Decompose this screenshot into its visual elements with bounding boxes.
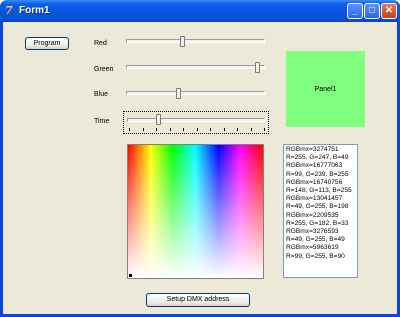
time-slider-tick [156,128,157,131]
time-slider-tick [169,128,171,131]
time-slider-tick [210,128,211,131]
setup-dmx-address-button[interactable]: Setup DMX address [146,293,250,307]
palette-cursor [129,274,132,277]
log-line: R=99, G=255, B=90 [286,252,345,260]
log-line: R=148, G=113, B=255 [286,187,352,195]
red-label: Red [94,40,107,47]
time-slider-tick [142,128,144,131]
close-button[interactable]: ✕ [381,3,397,19]
log-line: R=99, G=239, B=255 [286,170,349,178]
maximize-button[interactable]: □ [364,3,380,19]
log-line: RGBmx=5963619 [286,244,339,252]
blue-label: Blue [94,91,109,98]
red-slider-thumb[interactable] [180,36,185,47]
log-line: RGBmx=13041457 [286,195,343,203]
red-slider[interactable] [126,34,266,50]
time-slider-thumb[interactable] [156,114,161,125]
window-title: Form1 [19,5,50,16]
green-slider[interactable] [126,60,266,76]
title-bar[interactable]: 7 Form1 _ □ ✕ [0,0,400,22]
color-preview-panel: Panel1 [286,51,365,127]
log-memo[interactable]: RGBmx=3274751 R=255, G=247, B=49 RGBmx=167… [283,144,358,278]
time-slider-tick [264,128,265,131]
log-line: RGBmx=3276593 [286,228,339,236]
green-slider-thumb[interactable] [255,62,260,73]
green-label: Green [94,66,114,73]
maximize-icon: □ [368,5,376,16]
log-line: RGBmx=3274751 [286,146,339,153]
blue-slider-thumb[interactable] [176,88,181,99]
log-line: RGBmx=2209535 [286,211,339,219]
log-line: R=49, G=255, B=198 [286,203,349,211]
time-slider[interactable] [123,111,269,134]
color-palette[interactable] [127,144,264,279]
form1-window: 7 Form1 _ □ ✕ Program Red Green Blue Tim… [0,0,400,317]
log-line: RGBmx=16777063 [286,162,343,170]
delphi-icon[interactable]: 7 [5,4,19,18]
log-line: R=255, G=182, B=33 [286,219,349,227]
time-slider-tick [250,128,252,131]
green-slider-track [126,65,265,69]
red-slider-track [126,39,265,43]
time-slider-track [127,118,265,122]
blue-slider[interactable] [126,86,266,102]
time-slider-tick [196,128,198,131]
program-button[interactable]: Program [25,37,69,50]
minimize-icon: _ [352,5,358,16]
minimize-button[interactable]: _ [347,3,363,19]
time-slider-tick [237,128,238,131]
blue-slider-track [126,91,265,95]
time-slider-tick [183,128,184,131]
time-label: Time [94,118,110,125]
panel-label: Panel1 [314,85,337,93]
log-line: R=49, G=255, B=49 [286,236,345,244]
log-line: RGBmx=16740756 [286,178,343,186]
close-icon: ✕ [384,5,394,16]
log-line: R=255, G=247, B=49 [286,154,349,162]
time-slider-tick [223,128,225,131]
time-slider-tick [129,128,130,131]
client-area: Program Red Green Blue Time Panel1 RGBmx… [3,22,397,314]
